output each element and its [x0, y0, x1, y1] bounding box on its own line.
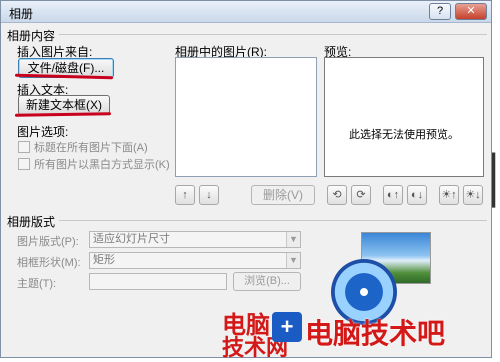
- album-layout-section-title: 相册版式: [7, 215, 56, 229]
- rotate-left-icon[interactable]: ⟲: [327, 185, 347, 205]
- chevron-down-icon[interactable]: ▼: [286, 232, 300, 247]
- watermark-site-name: 电脑技术吧: [305, 317, 446, 350]
- album-content-section-title: 相册内容: [7, 29, 56, 43]
- rotate-right-icon[interactable]: ⟳: [351, 185, 371, 205]
- frame-shape-select[interactable]: 矩形 ▼: [89, 252, 301, 269]
- theme-field[interactable]: [89, 273, 227, 290]
- frame-shape-label: 相框形状(M):: [17, 257, 81, 269]
- remove-button[interactable]: 删除(V): [251, 185, 315, 205]
- contrast-down-icon[interactable]: ◐↓: [407, 185, 427, 205]
- title-bar: 相册 ? ✕: [1, 1, 491, 23]
- checkbox-label: 所有图片以黑白方式显示(K): [34, 159, 170, 171]
- black-white-checkbox[interactable]: 所有图片以黑白方式显示(K): [18, 156, 170, 172]
- preview-message: 此选择无法使用预览。: [349, 129, 459, 141]
- theme-label: 主题(T):: [17, 278, 57, 290]
- brightness-down-icon[interactable]: ☀↓: [463, 185, 483, 205]
- window-title: 相册: [9, 7, 34, 21]
- checkbox-box[interactable]: [18, 141, 30, 153]
- section-divider: [59, 220, 487, 221]
- frame-shape-value: 矩形: [93, 254, 115, 266]
- checkbox-label: 标题在所有图片下面(A): [34, 142, 148, 154]
- browse-button[interactable]: 浏览(B)...: [233, 272, 301, 291]
- shield-icon: +: [272, 312, 302, 342]
- chevron-down-icon[interactable]: ▼: [286, 253, 300, 268]
- preview-pane: 此选择无法使用预览。: [324, 57, 484, 177]
- brightness-up-icon[interactable]: ☀↑: [439, 185, 459, 205]
- captions-below-checkbox[interactable]: 标题在所有图片下面(A): [18, 139, 148, 155]
- close-button[interactable]: ✕: [455, 3, 487, 20]
- move-up-button[interactable]: ↑: [175, 185, 195, 205]
- picture-options-label: 图片选项:: [17, 125, 69, 139]
- red-annotation-line: [14, 112, 112, 117]
- contrast-up-icon[interactable]: ◐↑: [383, 185, 403, 205]
- picture-layout-label: 图片版式(P):: [17, 236, 79, 248]
- pictures-list[interactable]: [175, 57, 317, 177]
- move-down-button[interactable]: ↓: [199, 185, 219, 205]
- section-divider: [59, 34, 487, 35]
- picture-layout-value: 适应幻灯片尺寸: [93, 233, 170, 245]
- checkbox-box[interactable]: [18, 158, 30, 170]
- picture-layout-select[interactable]: 适应幻灯片尺寸 ▼: [89, 231, 301, 248]
- help-button[interactable]: ?: [429, 3, 451, 20]
